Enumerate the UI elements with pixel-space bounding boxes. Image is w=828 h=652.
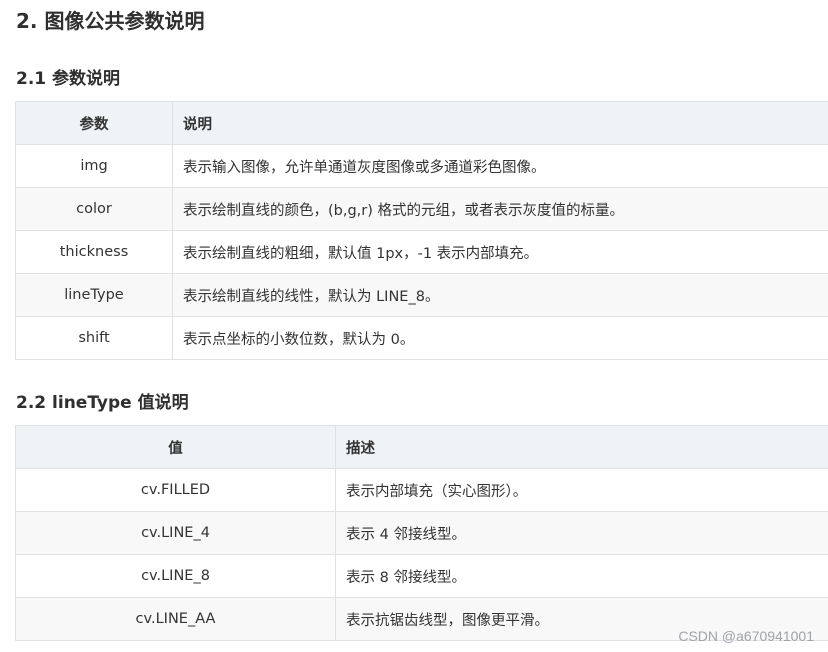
param-description-cell: 表示绘制直线的粗细，默认值 1px，-1 表示内部填充。	[172, 230, 828, 274]
param-name-cell: thickness	[15, 230, 173, 274]
column-header-description: 说明	[172, 101, 828, 145]
csdn-watermark: CSDN @a670941001	[678, 628, 814, 644]
column-header-param: 参数	[15, 101, 173, 145]
table-header-row: 参数 说明	[15, 101, 828, 145]
param-name-cell: img	[15, 144, 173, 188]
param-description-cell: 表示输入图像，允许单通道灰度图像或多通道彩色图像。	[172, 144, 828, 188]
table-row: lineType 表示绘制直线的线性，默认为 LINE_8。	[15, 273, 828, 317]
param-name-cell: color	[15, 187, 173, 231]
param-name-cell: shift	[15, 316, 173, 360]
table-row: shift 表示点坐标的小数位数，默认为 0。	[15, 316, 828, 360]
linetype-value-cell: cv.LINE_8	[15, 554, 336, 598]
param-name-cell: lineType	[15, 273, 173, 317]
table-row: color 表示绘制直线的颜色，(b,g,r) 格式的元组，或者表示灰度值的标量…	[15, 187, 828, 231]
linetype-section-title: 2.2 lineType 值说明	[16, 393, 189, 413]
table-row: cv.FILLED 表示内部填充（实心图形）。	[15, 468, 828, 512]
table-row: cv.LINE_8 表示 8 邻接线型。	[15, 554, 828, 598]
table-row: thickness 表示绘制直线的粗细，默认值 1px，-1 表示内部填充。	[15, 230, 828, 274]
linetype-table: 值 描述 cv.FILLED 表示内部填充（实心图形）。 cv.LINE_4 表…	[15, 425, 828, 641]
linetype-description-cell: 表示 4 邻接线型。	[335, 511, 828, 555]
linetype-description-cell: 表示内部填充（实心图形）。	[335, 468, 828, 512]
table-header-row: 值 描述	[15, 425, 828, 469]
table-row: cv.LINE_4 表示 4 邻接线型。	[15, 511, 828, 555]
column-header-description: 描述	[335, 425, 828, 469]
linetype-value-cell: cv.FILLED	[15, 468, 336, 512]
params-section-title: 2.1 参数说明	[16, 69, 121, 89]
column-header-value: 值	[15, 425, 336, 469]
table-row: img 表示输入图像，允许单通道灰度图像或多通道彩色图像。	[15, 144, 828, 188]
param-description-cell: 表示绘制直线的颜色，(b,g,r) 格式的元组，或者表示灰度值的标量。	[172, 187, 828, 231]
linetype-value-cell: cv.LINE_4	[15, 511, 336, 555]
linetype-description-cell: 表示 8 邻接线型。	[335, 554, 828, 598]
params-table: 参数 说明 img 表示输入图像，允许单通道灰度图像或多通道彩色图像。 colo…	[15, 101, 828, 360]
param-description-cell: 表示绘制直线的线性，默认为 LINE_8。	[172, 273, 828, 317]
linetype-value-cell: cv.LINE_AA	[15, 597, 336, 641]
param-description-cell: 表示点坐标的小数位数，默认为 0。	[172, 316, 828, 360]
page-heading: 2. 图像公共参数说明	[16, 9, 205, 33]
